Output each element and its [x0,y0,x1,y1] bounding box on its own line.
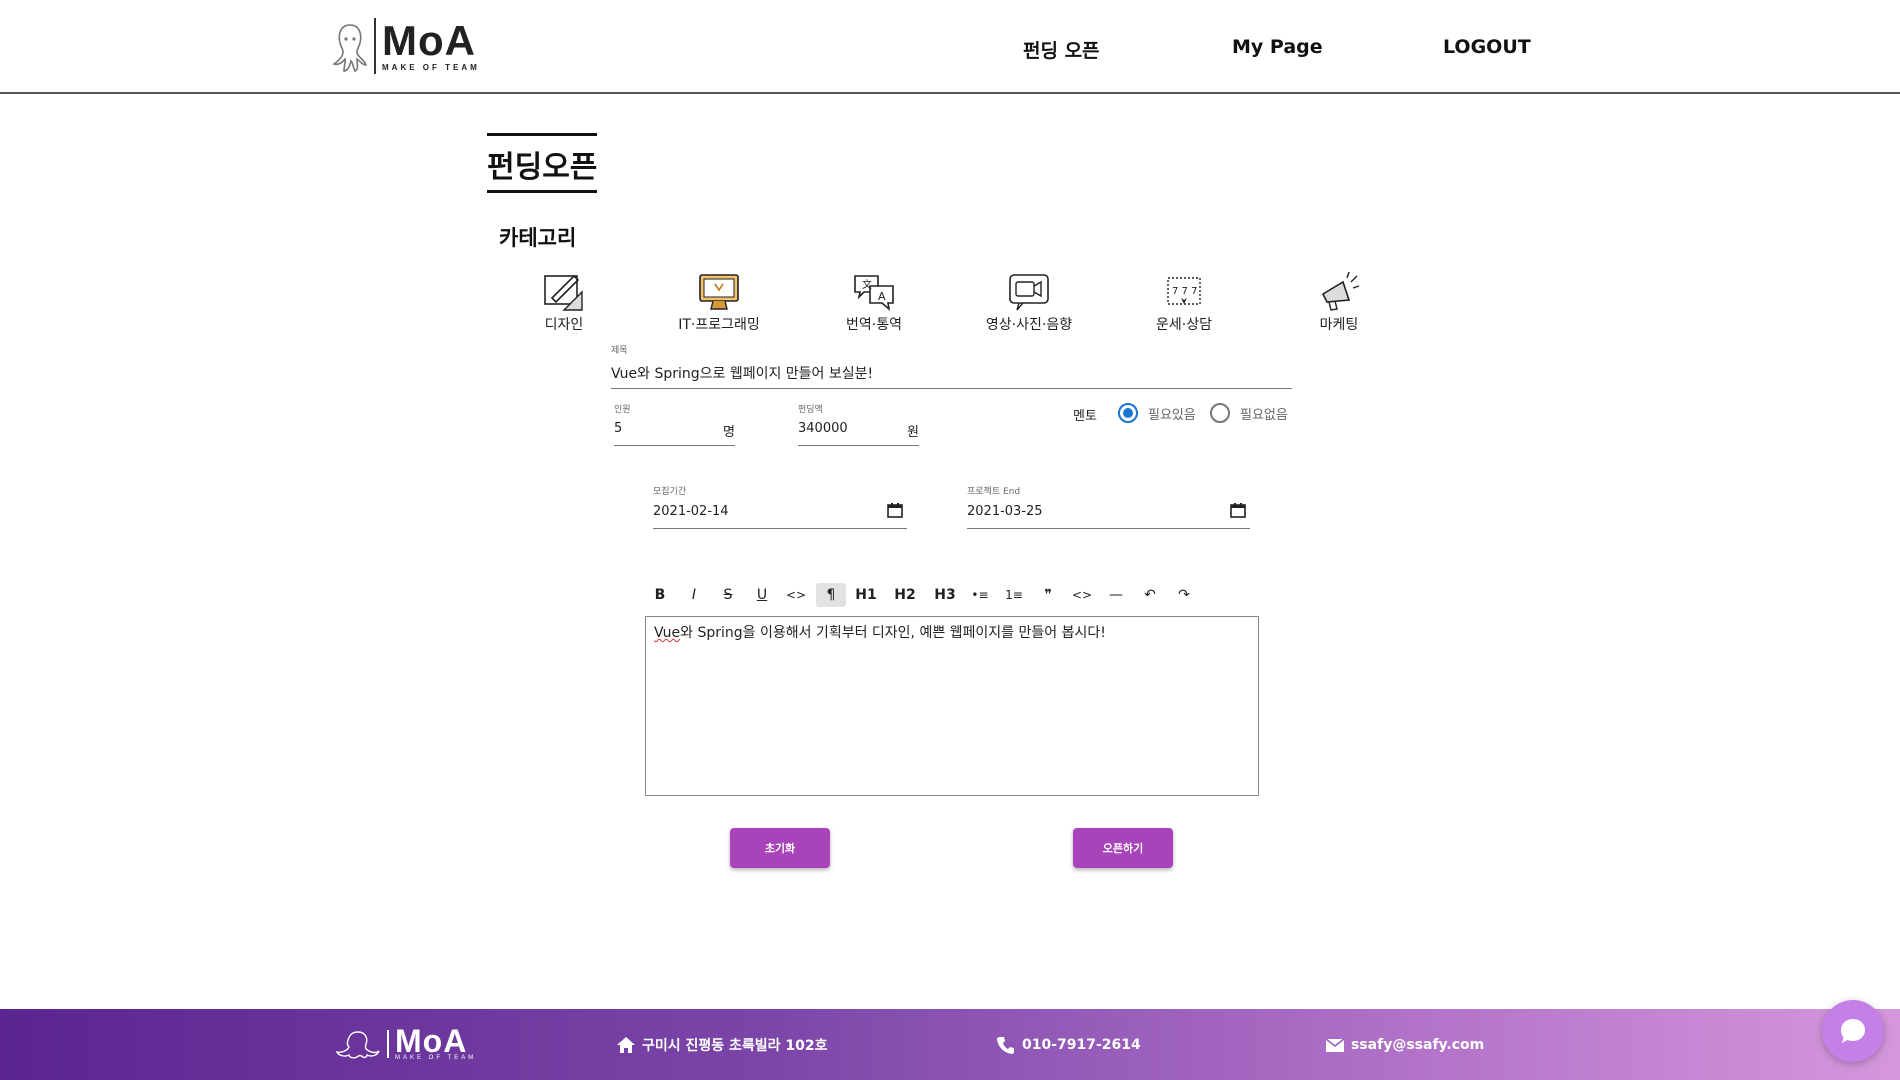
nav-my-page[interactable]: My Page [1232,36,1323,58]
octopus-logo-icon [332,24,368,73]
footer-logo[interactable]: MoA MAKE OF TEAM [335,1023,477,1061]
footer-address: 구미시 진평동 초록빌라 102호 [616,1035,828,1055]
phone-icon [997,1037,1014,1054]
amount-label: 펀딩액 [798,405,823,415]
radio-label: 필요있음 [1148,407,1196,423]
open-button[interactable]: 오픈하기 [1073,828,1173,868]
octopus-logo-icon [335,1031,380,1059]
svg-text:A: A [878,290,886,303]
fortune-icon: 7 7 7 [1167,277,1201,305]
category-marketing[interactable]: 마케팅 [1274,272,1404,334]
project-end-input[interactable]: 2021-03-25 [967,504,1043,519]
redo-button[interactable]: ↷ [1172,583,1196,607]
mento-radio-not-needed[interactable]: 필요없음 [1210,403,1288,423]
paragraph-button[interactable]: ¶ [816,583,846,607]
amount-input[interactable]: 340000 [798,421,848,436]
people-suffix: 명 [723,425,735,440]
undo-button[interactable]: ↶ [1138,583,1162,607]
footer-phone: 010-7917-2614 [996,1035,1141,1055]
people-field[interactable]: 인원 5 명 [614,402,735,446]
h3-button[interactable]: H3 [933,583,957,607]
title-field[interactable]: 제목 Vue와 Spring으로 웹페이지 만들어 보실분! [611,343,1292,389]
category-it-programming[interactable]: IT·프로그래밍 [654,272,784,334]
code-block-button[interactable]: <> [1070,583,1094,607]
amount-suffix: 원 [907,425,919,440]
content-editor[interactable]: Vue와 Spring을 이용해서 기획부터 디자인, 예쁜 웹페이지를 만들어… [645,616,1259,796]
footer-email-text: ssafy@ssafy.com [1351,1037,1485,1053]
logo-text: MoA [382,16,476,64]
italic-button[interactable]: I [682,583,706,607]
nav-logout[interactable]: LOGOUT [1443,36,1531,58]
mail-icon [1325,1038,1345,1052]
chat-button[interactable] [1822,1000,1884,1062]
logo-divider [374,18,376,74]
megaphone-icon [1321,272,1360,311]
category-video-photo-audio[interactable]: 영상·사진·음향 [964,272,1094,334]
project-end-label: 프로젝트 End [967,487,1021,497]
recruit-period-input[interactable]: 2021-02-14 [653,504,729,519]
header: MoA MAKE OF TEAM 펀딩 오픈 My Page LOGOUT [0,0,1900,94]
quote-button[interactable]: ❞ [1036,583,1060,607]
category-design[interactable]: 디자인 [499,272,629,334]
svg-text:文: 文 [862,278,872,291]
h1-button[interactable]: H1 [854,583,878,607]
category-label: 운세·상담 [1156,317,1212,333]
radio-selected-icon[interactable] [1118,403,1138,423]
radio-unselected-icon[interactable] [1210,403,1230,423]
recruit-period-field[interactable]: 모집기간 2021-02-14 [653,484,907,529]
title-label: 제목 [611,346,628,356]
logo-subtext: MAKE OF TEAM [382,62,480,72]
footer-logo-text: MoA [395,1023,468,1059]
page-title: 펀딩오픈 [487,133,598,193]
h2-button[interactable]: H2 [893,583,917,607]
category-label: 영상·사진·음향 [985,317,1073,333]
title-input[interactable]: Vue와 Spring으로 웹페이지 만들어 보실분! [611,363,873,383]
people-label: 인원 [614,405,631,415]
strike-button[interactable]: S [716,583,740,607]
people-input[interactable]: 5 [614,421,622,436]
horizontal-rule-button[interactable]: — [1104,583,1128,607]
design-icon [544,274,583,311]
category-translation[interactable]: 文 A 번역·통역 [809,272,939,334]
radio-label: 필요없음 [1240,407,1288,423]
calendar-icon[interactable] [1230,502,1246,518]
logo[interactable]: MoA MAKE OF TEAM [330,18,480,74]
recruit-period-label: 모집기간 [653,487,687,497]
editor-text: 와 Spring을 이용해서 기획부터 디자인, 예쁜 웹페이지를 만들어 봅시… [680,625,1106,641]
bullet-list-button[interactable]: •≡ [968,583,992,607]
nav-funding-open[interactable]: 펀딩 오픈 [1023,36,1100,63]
category-heading: 카테고리 [499,226,577,250]
spellcheck-word: Vue [654,625,681,641]
translate-icon: 文 A [854,275,894,312]
category-label: 디자인 [544,317,584,333]
bold-button[interactable]: B [648,583,672,607]
amount-field[interactable]: 펀딩액 340000 원 [798,402,919,446]
monitor-icon [699,274,739,310]
chat-bubble-icon [1841,1019,1865,1043]
footer-logo-divider [387,1030,389,1058]
footer-address-text: 구미시 진평동 초록빌라 102호 [642,1038,828,1054]
code-button[interactable]: <> [784,583,808,607]
svg-text:7 7 7: 7 7 7 [1172,286,1197,297]
category-label: IT·프로그래밍 [678,317,760,333]
mento-radio-needed[interactable]: 필요있음 [1118,403,1196,423]
category-label: 마케팅 [1319,317,1359,333]
calendar-icon[interactable] [887,502,903,518]
category-fortune-counsel[interactable]: 7 7 7 운세·상담 [1119,272,1249,334]
underline-button[interactable]: U [750,583,774,607]
footer: MoA MAKE OF TEAM 구미시 진평동 초록빌라 102호 010-7… [0,1009,1900,1080]
footer-email: ssafy@ssafy.com [1325,1035,1484,1055]
ordered-list-button[interactable]: 1≡ [1002,583,1026,607]
footer-phone-text: 010-7917-2614 [1022,1037,1141,1053]
reset-button[interactable]: 초기화 [730,828,830,868]
footer-logo-subtext: MAKE OF TEAM [395,1055,477,1061]
mento-label: 멘토 [1073,409,1097,424]
video-icon [1009,274,1049,311]
project-end-field[interactable]: 프로젝트 End 2021-03-25 [967,484,1250,529]
category-label: 번역·통역 [846,317,902,333]
home-icon [617,1037,635,1053]
